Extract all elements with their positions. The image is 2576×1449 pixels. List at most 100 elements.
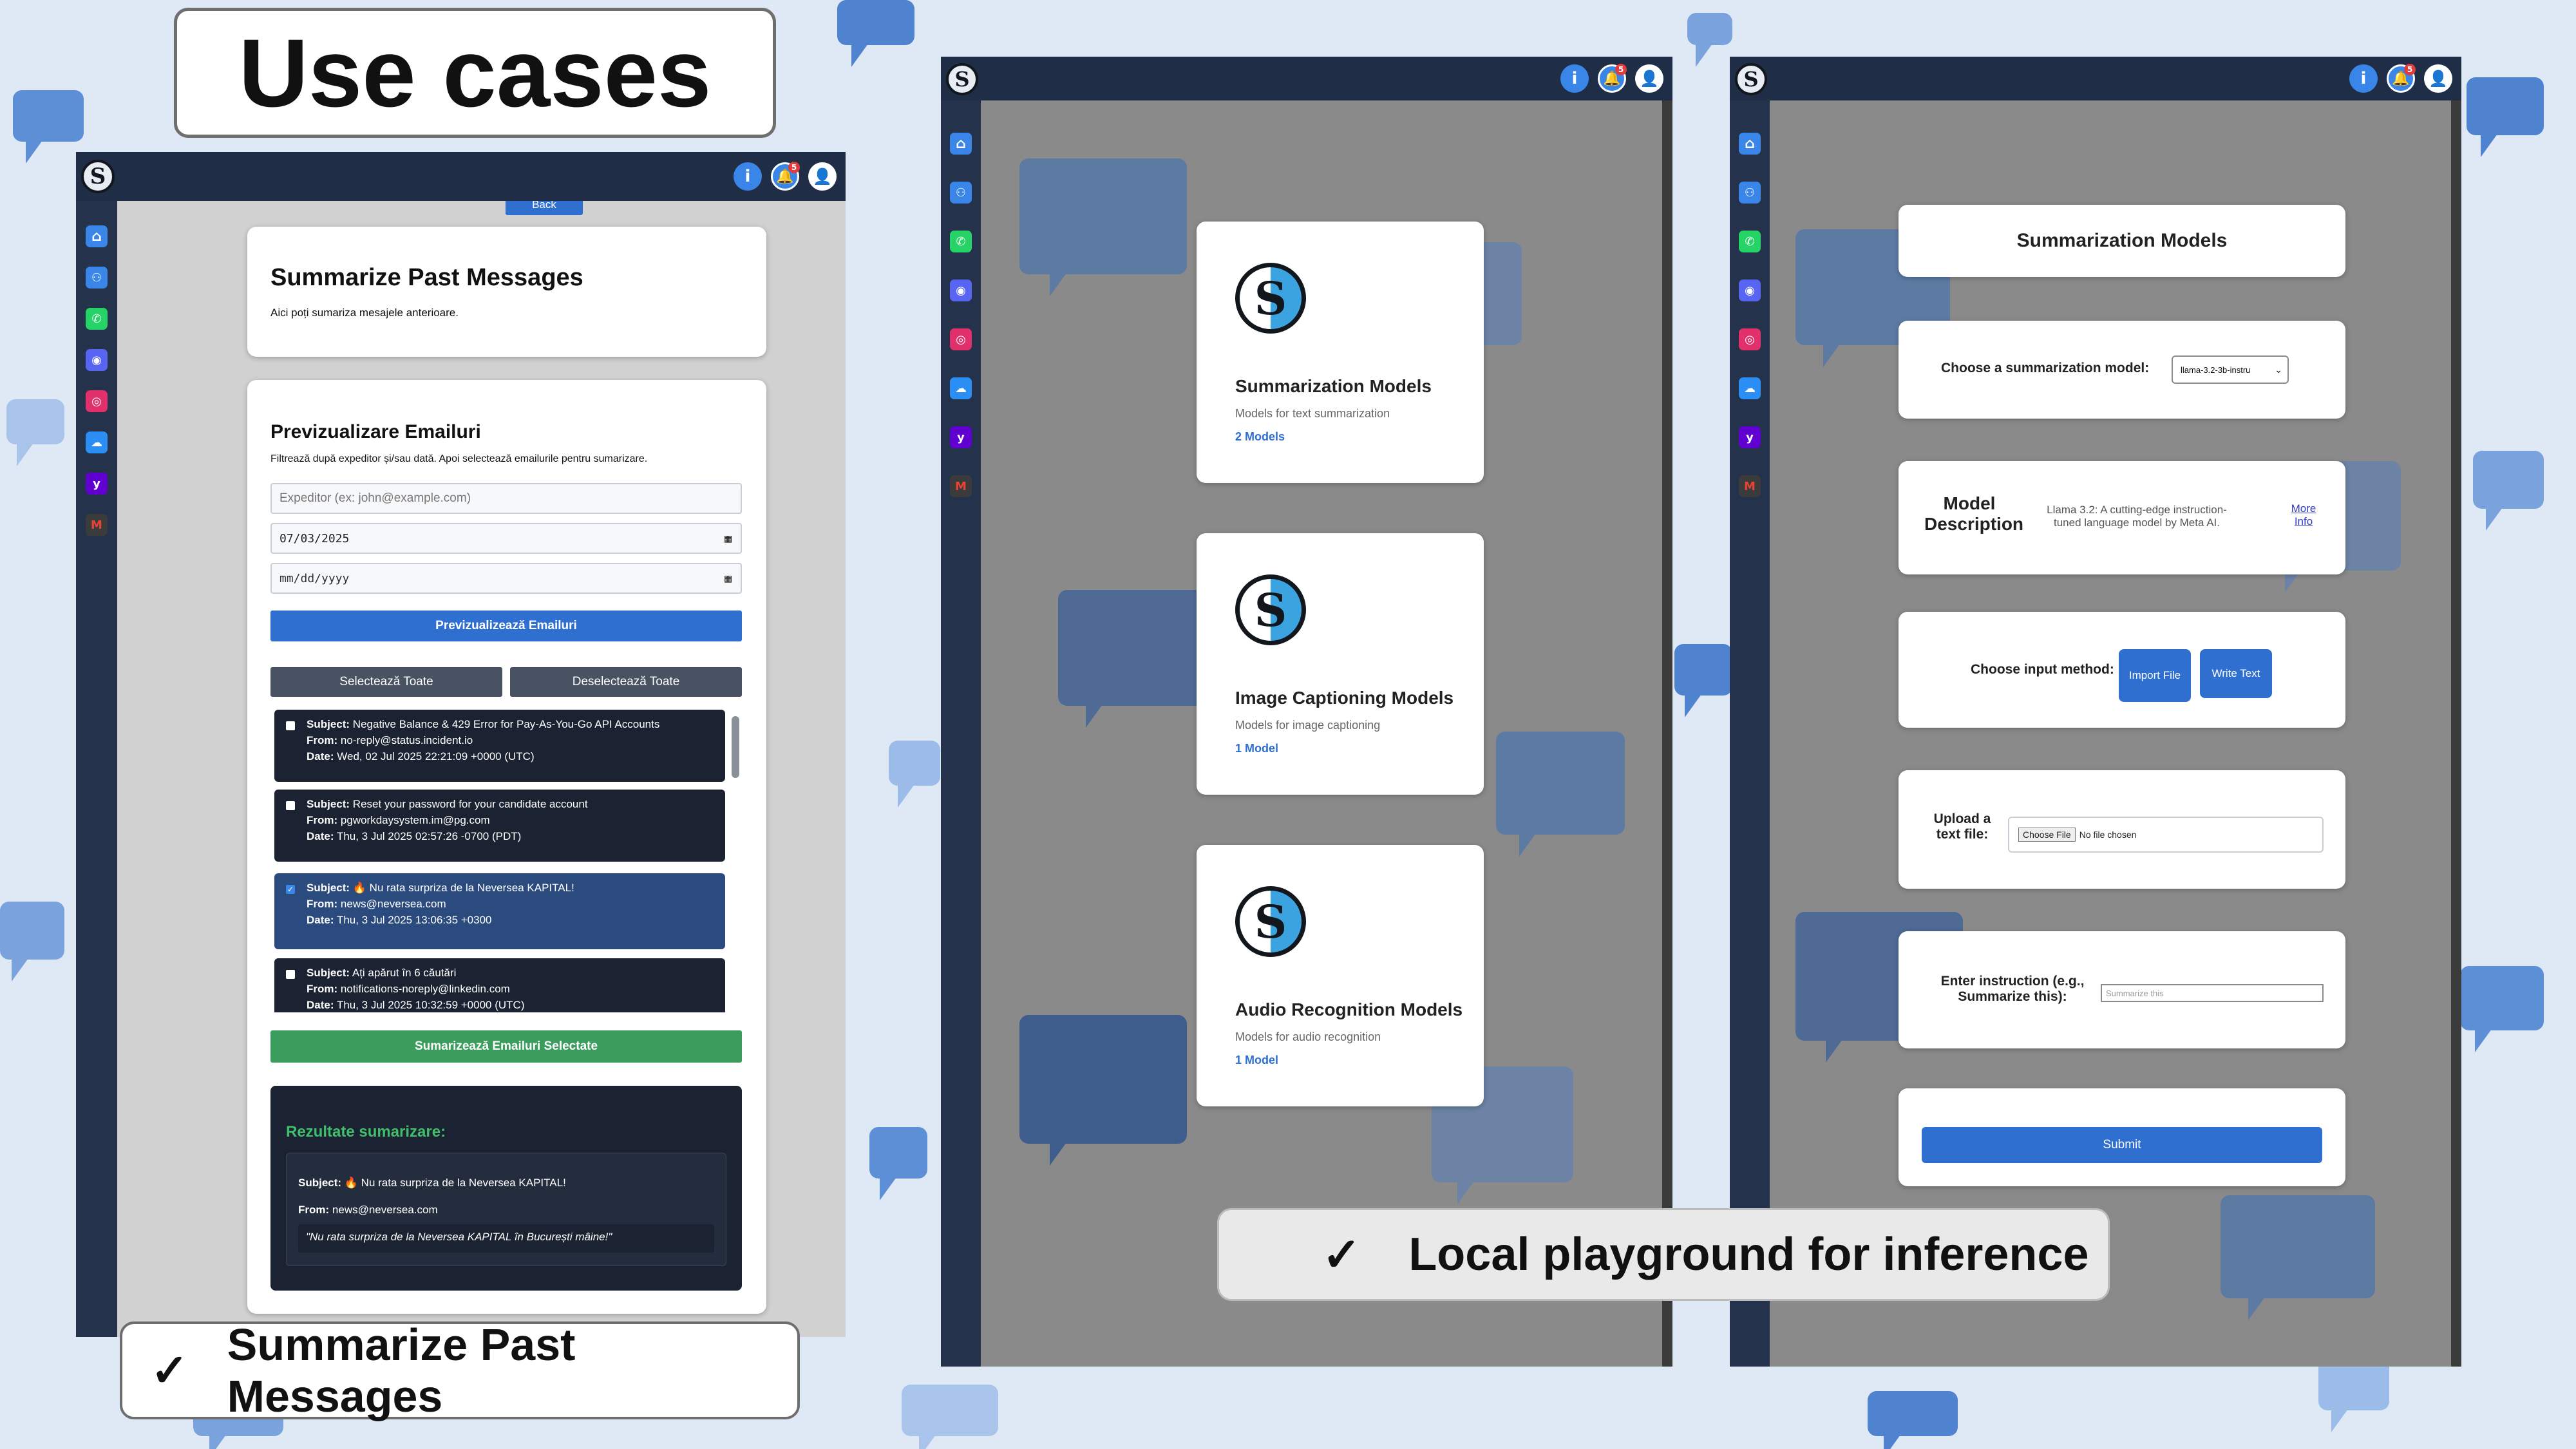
user-profile-icon[interactable]: 👤 [1635, 64, 1663, 93]
date-from-input[interactable]: 07/03/2025 ▦ [270, 523, 742, 554]
date-to-input[interactable]: mm/dd/yyyy ▦ [270, 563, 742, 594]
write-text-button[interactable]: Write Text [2200, 649, 2272, 698]
deselect-all-button[interactable]: Deselectează Toate [510, 667, 742, 697]
email-checkbox[interactable] [286, 801, 295, 810]
model-description-label: Model Description [1924, 493, 2024, 534]
email-date: Wed, 02 Jul 2025 22:21:09 +0000 (UTC) [337, 750, 535, 762]
header-card: Summarize Past Messages Aici poți sumari… [247, 227, 766, 357]
choose-file-button[interactable]: Choose File [2018, 828, 2076, 842]
info-icon[interactable]: i [734, 162, 762, 191]
model-card-title: Summarization Models [1235, 376, 1432, 396]
app-logo[interactable]: S [1735, 63, 1767, 95]
yahoo-icon[interactable]: y [1739, 426, 1761, 448]
result-subject: 🔥 Nu rata surpriza de la Neversea KAPITA… [344, 1177, 566, 1189]
import-file-button[interactable]: Import File [2119, 649, 2191, 702]
preview-emails-button[interactable]: Previzualizează Emailuri [270, 611, 742, 641]
home-icon[interactable]: ⌂ [1739, 133, 1761, 155]
result-subject-label: Subject: [298, 1177, 342, 1189]
model-card-count[interactable]: 2 Models [1235, 430, 1285, 444]
scrollbar[interactable] [2451, 100, 2461, 1367]
whatsapp-icon[interactable]: ✆ [86, 308, 108, 330]
model-card-summarization[interactable]: S Summarization Models Models for text s… [1197, 222, 1484, 483]
scrollbar[interactable] [1662, 100, 1672, 1367]
model-card-count[interactable]: 1 Model [1235, 742, 1278, 755]
calendar-icon[interactable]: ▦ [724, 532, 732, 545]
gmail-icon[interactable]: M [1739, 475, 1761, 497]
file-upload-input[interactable]: Choose File No file chosen [2008, 817, 2324, 853]
from-label: From: [307, 898, 338, 910]
sidebar: ⌂ ⚇ ✆ ◉ ◎ ☁ y M [941, 100, 981, 1367]
home-icon[interactable]: ⌂ [950, 133, 972, 155]
subject-label: Subject: [307, 718, 350, 730]
email-from: notifications-noreply@linkedin.com [340, 983, 510, 995]
instagram-icon[interactable]: ◎ [950, 328, 972, 350]
info-icon[interactable]: i [1560, 64, 1589, 93]
model-card-audio-recognition[interactable]: S Audio Recognition Models Models for au… [1197, 845, 1484, 1106]
models-window: S i 🔔 5 👤 ⌂ ⚇ ✆ ◉ ◎ ☁ y M S Summarization… [941, 57, 1672, 1367]
back-button[interactable]: Back [506, 201, 583, 215]
users-icon[interactable]: ⚇ [1739, 182, 1761, 204]
yahoo-icon[interactable]: y [950, 426, 972, 448]
icloud-icon[interactable]: ☁ [86, 431, 108, 453]
user-profile-icon[interactable]: 👤 [2424, 64, 2452, 93]
from-label: From: [307, 983, 338, 995]
email-item[interactable]: Subject: Negative Balance & 429 Error fo… [274, 710, 725, 782]
email-item-selected[interactable]: ✓ Subject: 🔥 Nu rata surpriza de la Neve… [274, 873, 725, 949]
app-logo[interactable]: S [81, 160, 115, 193]
email-subject: Reset your password for your candidate a… [352, 798, 588, 810]
select-all-button[interactable]: Selectează Toate [270, 667, 502, 697]
whatsapp-icon[interactable]: ✆ [1739, 231, 1761, 252]
discord-icon[interactable]: ◉ [1739, 279, 1761, 301]
summarize-selected-button[interactable]: Sumarizează Emailuri Selectate [270, 1030, 742, 1063]
summarize-content: Back Summarize Past Messages Aici poți s… [117, 201, 846, 1337]
email-checkbox-checked[interactable]: ✓ [286, 885, 295, 894]
summ-title-card: Summarization Models [1899, 205, 2345, 277]
discord-icon[interactable]: ◉ [86, 349, 108, 371]
whatsapp-icon[interactable]: ✆ [950, 231, 972, 252]
email-checkbox[interactable] [286, 721, 295, 730]
gmail-icon[interactable]: M [950, 475, 972, 497]
page-subtitle: Aici poți sumariza mesajele anterioare. [270, 307, 459, 319]
app-logo[interactable]: S [946, 63, 978, 95]
top-bar: S i 🔔 5 👤 [1730, 57, 2461, 100]
icloud-icon[interactable]: ☁ [1739, 377, 1761, 399]
bubble-icon [902, 1385, 998, 1449]
submit-button[interactable]: Submit [1922, 1127, 2322, 1163]
chevron-down-icon: ⌄ [2275, 364, 2282, 375]
more-info-link[interactable]: More Info [2287, 502, 2320, 528]
icloud-icon[interactable]: ☁ [950, 377, 972, 399]
email-checkbox[interactable] [286, 970, 295, 979]
email-subject: Negative Balance & 429 Error for Pay-As-… [352, 718, 660, 730]
users-icon[interactable]: ⚇ [86, 267, 108, 289]
instagram-icon[interactable]: ◎ [1739, 328, 1761, 350]
instagram-icon[interactable]: ◎ [86, 390, 108, 412]
info-icon[interactable]: i [2349, 64, 2378, 93]
instruction-input[interactable]: Summarize this [2101, 984, 2324, 1002]
calendar-icon[interactable]: ▦ [724, 572, 732, 585]
model-card-count[interactable]: 1 Model [1235, 1054, 1278, 1067]
model-select-dropdown[interactable]: llama-3.2-3b-instru ⌄ [2172, 355, 2289, 384]
users-icon[interactable]: ⚇ [950, 182, 972, 204]
model-card-image-captioning[interactable]: S Image Captioning Models Models for ima… [1197, 533, 1484, 795]
home-icon[interactable]: ⌂ [86, 225, 108, 247]
bubble-icon [1058, 590, 1213, 728]
model-select-value: llama-3.2-3b-instru [2181, 365, 2251, 375]
notification-bell-icon[interactable]: 🔔 5 [1598, 64, 1627, 93]
bubble-icon [0, 902, 64, 981]
bubble-icon [889, 741, 940, 808]
discord-icon[interactable]: ◉ [950, 279, 972, 301]
email-item[interactable]: Subject: Reset your password for your ca… [274, 790, 725, 862]
preview-card: Previzualizare Emailuri Filtrează după e… [247, 380, 766, 1314]
email-list-scrollbar[interactable] [732, 716, 739, 778]
user-profile-icon[interactable]: 👤 [808, 162, 837, 191]
email-item[interactable]: Subject: Ați apărut în 6 căutări From: n… [274, 958, 725, 1012]
notification-bell-icon[interactable]: 🔔 5 [2387, 64, 2416, 93]
sender-filter-input[interactable]: Expeditor (ex: john@example.com) [270, 483, 742, 514]
yahoo-icon[interactable]: y [86, 473, 108, 495]
bubble-icon [837, 0, 914, 67]
slide-title: Use cases [174, 8, 776, 138]
notification-bell-icon[interactable]: 🔔 5 [771, 162, 800, 191]
email-list[interactable]: Subject: Negative Balance & 429 Error fo… [247, 710, 766, 1012]
check-mark-icon: ✓ [151, 1345, 189, 1396]
gmail-icon[interactable]: M [86, 514, 108, 536]
